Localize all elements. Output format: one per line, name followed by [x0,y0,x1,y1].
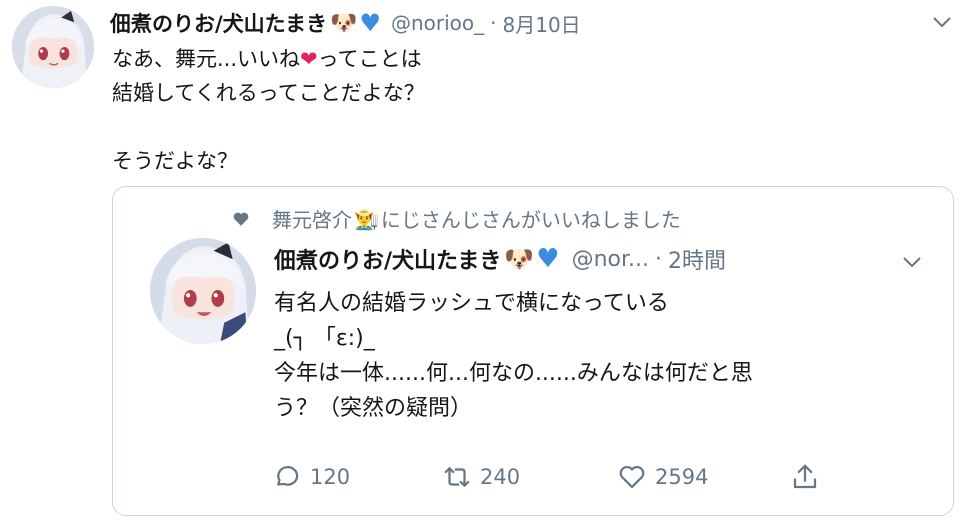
quoted-tweet-time[interactable]: 2時間 [668,243,726,275]
quoted-author-display-name[interactable]: 佃煮のりお/犬山たまき [274,243,501,275]
quoted-tweet-text: 有名人の結婚ラッシュで横になっている _(┐ 「ε:)_ 今年は一体......… [274,286,753,426]
chevron-down-icon[interactable] [930,10,954,34]
heart-outline-icon [619,465,645,489]
share-icon [793,464,817,489]
anime-avatar-image [150,238,256,344]
quoted-author-handle[interactable]: @nor... [572,247,649,272]
quoted-tweet-header: 佃煮のりお/犬山たまき 🐶 ♥ @nor... · 2時間 [274,243,726,275]
red-heart-icon: ❤ [300,47,318,71]
retweet-count: 240 [480,465,521,489]
tweet-header: 佃煮のりお/犬山たまき 🐶 ♥ @norioo_ · 8月10日 [110,4,581,42]
liked-by-name[interactable]: 舞元啓介 [272,204,352,233]
share-button[interactable] [790,462,828,492]
quoted-text-line: う？（突然の疑問） [274,396,473,421]
chevron-down-icon[interactable] [900,250,924,274]
liked-by-suffix: にじさんじさんがいいねしました [380,208,681,232]
quoted-text-line: 有名人の結婚ラッシュで横になっている [274,291,669,316]
tweet-date[interactable]: 8月10日 [503,9,581,38]
quoted-text-line: 今年は一体......何...何なの......みんなは何だと思 [274,361,753,386]
anime-avatar-image [12,6,94,88]
like-count: 2594 [655,465,709,489]
like-button[interactable]: 2594 [617,462,708,492]
blue-heart-icon: ♥ [536,244,560,274]
retweet-icon [444,467,470,487]
tweet-text-line1b: ってことは [317,47,422,71]
author-handle[interactable]: @norioo_ [391,11,484,35]
separator-dot: · [490,11,497,35]
dog-face-icon: 🐶 [330,10,358,36]
tweet-text-line2: 結婚してくれるってことだよな？ [112,81,425,105]
author-avatar[interactable] [12,6,94,88]
heart-icon [233,212,249,226]
tweet-text-line4: そうだよな？ [112,149,238,173]
reply-icon [277,466,299,486]
tweet-text: なあ、舞元...いいね❤ってことは 結婚してくれるってことだよな？ そうだよな？ [112,42,425,178]
reply-button[interactable]: 120 [272,462,350,492]
blue-heart-icon: ♥ [359,9,381,37]
tweet-actions-bar: 120 240 2594 [272,462,832,498]
dog-face-icon: 🐶 [504,245,535,273]
separator-dot: · [655,246,663,272]
quoted-author-avatar[interactable] [150,238,256,344]
tweet-text-line1a: なあ、舞元...いいね [112,47,301,71]
author-display-name[interactable]: 佃煮のりお/犬山たまき [110,8,327,38]
liked-by-row: 舞元啓介 👨‍🌾 にじさんじさんがいいねしました [232,204,681,233]
reply-count: 120 [310,465,351,489]
farmer-icon: 👨‍🌾 [354,206,379,231]
quoted-text-line: _(┐ 「ε:)_ [274,326,375,351]
retweet-button[interactable]: 240 [442,462,520,492]
